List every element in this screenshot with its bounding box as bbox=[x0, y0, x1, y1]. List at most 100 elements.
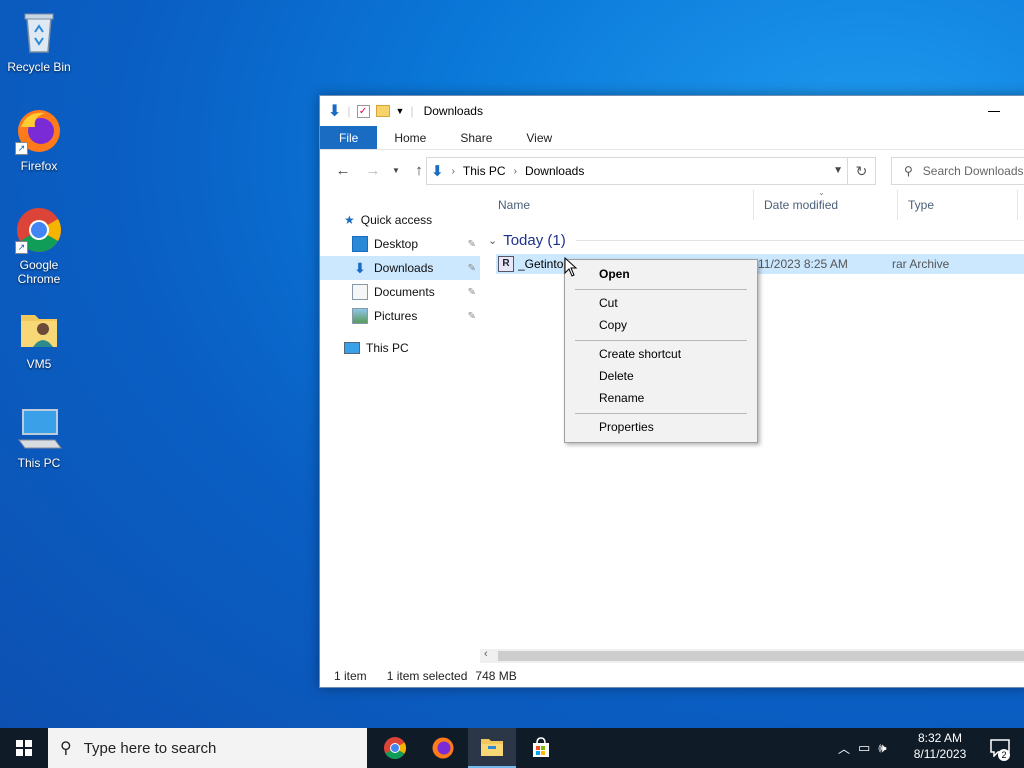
desktop-icon-label: Recycle Bin bbox=[7, 60, 71, 74]
context-menu: Open Cut Copy Create shortcut Delete Ren… bbox=[564, 259, 758, 443]
nav-item-pictures[interactable]: Pictures ✎ bbox=[320, 304, 480, 328]
this-pc-icon bbox=[344, 342, 360, 354]
chrome-icon: ↗ bbox=[15, 206, 63, 254]
ribbon-tabs: File Home Share View bbox=[320, 126, 1024, 150]
recent-locations-dropdown[interactable]: ▼ bbox=[390, 157, 402, 183]
customize-dropdown-icon[interactable]: ▼ bbox=[396, 106, 405, 116]
firefox-icon: ↗ bbox=[15, 107, 63, 155]
column-header-name[interactable]: Name bbox=[488, 190, 754, 220]
menu-separator bbox=[575, 289, 747, 290]
menu-item-rename[interactable]: Rename bbox=[599, 391, 644, 405]
breadcrumb-chevron-icon: › bbox=[451, 165, 455, 177]
computer-icon bbox=[15, 404, 63, 452]
tab-file[interactable]: File bbox=[320, 126, 378, 149]
search-placeholder: Search Downloads bbox=[922, 164, 1024, 178]
status-selected: 1 item selected bbox=[386, 669, 468, 683]
title-bar[interactable]: ⬇ | ✓ ▼ | Downloads bbox=[320, 96, 1024, 126]
menu-separator bbox=[575, 413, 747, 414]
shortcut-arrow-icon: ↗ bbox=[15, 142, 28, 155]
search-icon: ⚲ bbox=[60, 740, 72, 757]
desktop-icon-recycle-bin[interactable]: Recycle Bin bbox=[2, 8, 76, 74]
start-button[interactable] bbox=[0, 728, 48, 768]
desktop-icon-firefox[interactable]: ↗ Firefox bbox=[2, 107, 76, 173]
nav-quick-access[interactable]: ★ Quick access bbox=[344, 208, 480, 232]
desktop-icon-label: VM5 bbox=[26, 357, 52, 371]
properties-check-icon[interactable]: ✓ bbox=[356, 104, 370, 118]
address-dropdown-icon[interactable]: ▼ bbox=[833, 165, 843, 176]
nav-item-downloads[interactable]: ⬇ Downloads ✎ bbox=[320, 256, 480, 280]
desktop-icon-vm5[interactable]: VM5 bbox=[2, 305, 76, 371]
file-date: 8/11/2023 8:25 AM bbox=[748, 257, 848, 271]
downloads-location-icon: ⬇ bbox=[431, 163, 444, 180]
documents-folder-icon bbox=[352, 284, 368, 300]
horizontal-scrollbar[interactable]: ‹ bbox=[480, 648, 1024, 663]
notification-badge: 2 bbox=[998, 749, 1010, 761]
window-title: Downloads bbox=[423, 104, 483, 118]
desktop-icon-this-pc[interactable]: This PC bbox=[2, 404, 76, 470]
breadcrumb-this-pc[interactable]: This PC bbox=[463, 164, 506, 178]
address-bar[interactable]: ⬇ › This PC › Downloads ▼ bbox=[426, 157, 848, 185]
search-icon: ⚲ bbox=[904, 164, 913, 178]
firefox-icon bbox=[432, 737, 454, 759]
system-tray: ︿ ▭ 🕪 bbox=[838, 728, 887, 768]
pictures-folder-icon bbox=[352, 308, 368, 324]
taskbar-chrome[interactable] bbox=[371, 728, 419, 768]
network-icon[interactable]: ▭ bbox=[858, 740, 870, 756]
taskbar-search-placeholder: Type here to search bbox=[83, 739, 217, 757]
column-header-date[interactable]: Date modified bbox=[754, 190, 898, 220]
scrollbar-thumb[interactable] bbox=[498, 651, 1024, 661]
windows-logo-icon bbox=[16, 740, 32, 756]
rar-archive-icon: R bbox=[498, 256, 514, 272]
tab-share[interactable]: Share bbox=[443, 126, 509, 149]
minimize-button[interactable] bbox=[988, 111, 1000, 112]
desktop-icon-label: Google Chrome bbox=[17, 258, 61, 286]
menu-item-open[interactable]: Open bbox=[599, 267, 630, 281]
user-folder-icon bbox=[15, 305, 63, 353]
nav-item-desktop[interactable]: Desktop ✎ bbox=[320, 232, 480, 256]
back-button[interactable]: ← bbox=[330, 157, 356, 183]
chevron-up-icon[interactable]: ︿ bbox=[838, 740, 850, 757]
menu-item-delete[interactable]: Delete bbox=[599, 369, 634, 383]
group-header-today[interactable]: ⌄ Today (1) bbox=[488, 230, 1024, 250]
refresh-button[interactable]: ↻ bbox=[848, 157, 876, 185]
desktop-icon-label: Firefox bbox=[20, 159, 58, 173]
nav-this-pc[interactable]: This PC bbox=[344, 336, 480, 360]
column-header-type[interactable]: Type bbox=[898, 190, 1018, 220]
navigation-pane: ★ Quick access Desktop ✎ ⬇ Downloads ✎ D… bbox=[320, 206, 480, 656]
menu-item-copy[interactable]: Copy bbox=[599, 318, 627, 332]
taskbar-clock[interactable]: 8:32 AM 8/11/2023 bbox=[905, 730, 975, 762]
new-folder-icon[interactable] bbox=[375, 105, 390, 117]
menu-item-cut[interactable]: Cut bbox=[599, 296, 618, 310]
taskbar-store[interactable] bbox=[517, 728, 565, 768]
pin-icon: ✎ bbox=[467, 238, 476, 250]
file-explorer-icon bbox=[481, 739, 503, 756]
downloads-arrow-icon: ⬇ bbox=[328, 103, 342, 120]
status-size: 748 MB bbox=[475, 669, 517, 683]
clock-time: 8:32 AM bbox=[917, 731, 963, 745]
scroll-left-icon[interactable]: ‹ bbox=[484, 648, 488, 660]
tab-home[interactable]: Home bbox=[377, 126, 443, 149]
pin-icon: ✎ bbox=[467, 262, 476, 274]
taskbar-firefox[interactable] bbox=[419, 728, 467, 768]
desktop-icon-chrome[interactable]: ↗ Google Chrome bbox=[2, 206, 76, 286]
nav-item-documents[interactable]: Documents ✎ bbox=[320, 280, 480, 304]
column-header-size[interactable]: S bbox=[1018, 190, 1024, 220]
pin-icon: ✎ bbox=[467, 310, 476, 322]
menu-item-properties[interactable]: Properties bbox=[599, 420, 654, 434]
group-divider bbox=[575, 239, 1024, 241]
file-type: rar Archive bbox=[892, 257, 950, 271]
taskbar-search-input[interactable]: ⚲ Type here to search bbox=[48, 728, 367, 768]
notification-center-button[interactable]: 2 bbox=[980, 728, 1020, 768]
quick-access-toolbar: ⬇ | ✓ ▼ | bbox=[328, 103, 414, 120]
forward-button[interactable]: → bbox=[360, 157, 386, 183]
tab-view[interactable]: View bbox=[509, 126, 569, 149]
taskbar-file-explorer[interactable] bbox=[468, 728, 516, 768]
volume-icon[interactable]: 🕪 bbox=[878, 740, 886, 756]
status-bar: 1 item 1 item selected 748 MB bbox=[320, 665, 1024, 687]
chrome-icon bbox=[384, 737, 406, 759]
search-input[interactable]: ⚲ Search Downloads bbox=[891, 157, 1024, 185]
menu-item-create-shortcut[interactable]: Create shortcut bbox=[599, 347, 681, 361]
status-item-count: 1 item bbox=[334, 669, 367, 683]
breadcrumb-downloads[interactable]: Downloads bbox=[525, 164, 584, 178]
menu-separator bbox=[575, 340, 747, 341]
